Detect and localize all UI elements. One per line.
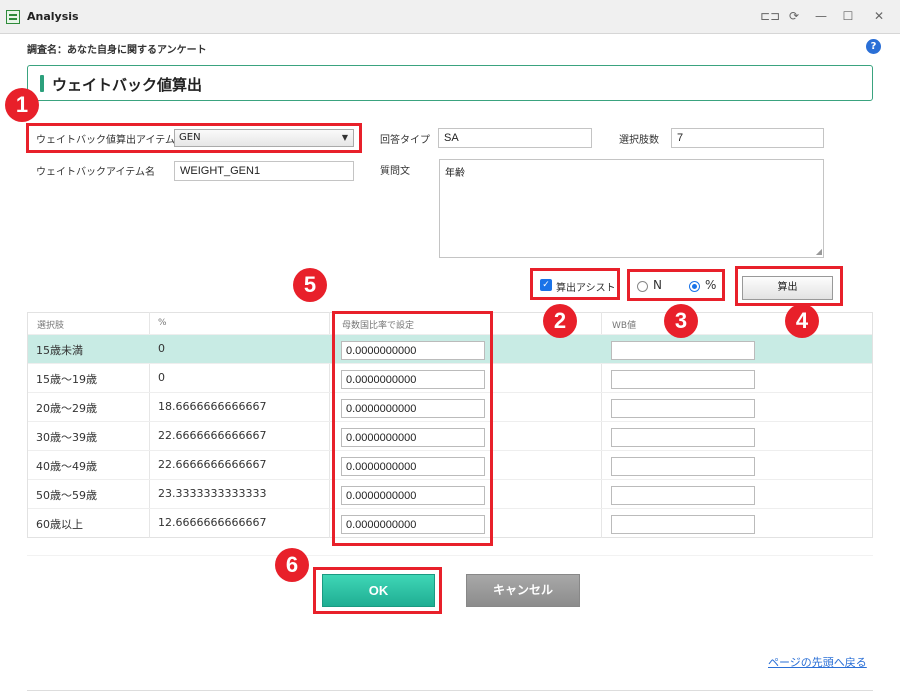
choice-cell: 60歳以上: [36, 518, 83, 531]
survey-name: 調査名：あなた自身に関するアンケート: [27, 45, 207, 56]
percent-cell: 12.6666666666667: [158, 516, 267, 529]
header-percent: %: [158, 318, 167, 328]
choice-cell: 20歳～29歳: [36, 402, 97, 415]
item-name-label: ウェイトバックアイテム名: [36, 167, 155, 178]
section-accent-bar: [40, 75, 44, 92]
callout-badge-2: 2: [543, 304, 577, 338]
choice-cell: 50歳～59歳: [36, 489, 97, 502]
choice-cell: 15歳未満: [36, 344, 83, 357]
callout-badge-1: 1: [5, 88, 39, 122]
choice-cell: 30歳～39歳: [36, 431, 97, 444]
question-textarea[interactable]: 年齢 ◢: [439, 159, 824, 258]
percent-cell: 22.6666666666667: [158, 458, 267, 471]
percent-cell: 0: [158, 371, 165, 384]
section-title: ウェイトバック値算出: [52, 76, 203, 94]
item-name-input[interactable]: WEIGHT_GEN1: [174, 161, 354, 181]
wb-input[interactable]: [611, 341, 755, 360]
choices-count-label: 選択肢数: [619, 135, 659, 146]
header-wb: WB値: [612, 321, 637, 331]
choices-count-input[interactable]: 7: [671, 128, 824, 148]
snap-icon[interactable]: ⊏⊐: [760, 9, 780, 23]
answer-type-label: 回答タイプ: [380, 135, 430, 146]
window-titlebar: Analysis ⊏⊐ ⟳ — ☐ ✕: [0, 0, 900, 34]
cancel-button[interactable]: キャンセル: [466, 574, 580, 607]
callout-badge-4: 4: [785, 304, 819, 338]
callout-badge-6: 6: [275, 548, 309, 582]
resize-handle-icon[interactable]: ◢: [816, 247, 822, 256]
question-label: 質問文: [380, 166, 410, 177]
callout-box-3: [627, 269, 725, 301]
footer-panel: [27, 555, 873, 626]
percent-cell: 23.3333333333333: [158, 487, 267, 500]
header-choice: 選択肢: [37, 321, 65, 331]
wb-input[interactable]: [611, 486, 755, 505]
wb-input[interactable]: [611, 515, 755, 534]
wb-input[interactable]: [611, 428, 755, 447]
minimize-icon[interactable]: —: [814, 9, 828, 23]
callout-box-6: [313, 567, 442, 614]
answer-type-input[interactable]: SA: [438, 128, 592, 148]
app-icon: [6, 10, 20, 24]
divider: [27, 690, 873, 691]
callout-box-1: [26, 123, 362, 153]
percent-cell: 22.6666666666667: [158, 429, 267, 442]
callout-badge-3: 3: [664, 304, 698, 338]
choice-cell: 15歳～19歳: [36, 373, 97, 386]
wb-input[interactable]: [611, 370, 755, 389]
back-to-top-link[interactable]: ページの先頭へ戻る: [768, 654, 867, 670]
callout-box-2: [530, 268, 620, 300]
window-title: Analysis: [27, 10, 79, 23]
choice-cell: 40歳～49歳: [36, 460, 97, 473]
callout-box-4: [735, 266, 843, 306]
question-text: 年齢: [445, 168, 465, 179]
help-icon[interactable]: ?: [866, 39, 881, 54]
callout-badge-5: 5: [293, 268, 327, 302]
percent-cell: 0: [158, 342, 165, 355]
wb-input[interactable]: [611, 457, 755, 476]
section-header: ウェイトバック値算出: [27, 65, 873, 101]
close-icon[interactable]: ✕: [872, 9, 886, 23]
maximize-icon[interactable]: ☐: [841, 9, 855, 23]
percent-cell: 18.6666666666667: [158, 400, 267, 413]
refresh-icon[interactable]: ⟳: [787, 9, 801, 23]
callout-box-5: [332, 311, 493, 546]
wb-input[interactable]: [611, 399, 755, 418]
